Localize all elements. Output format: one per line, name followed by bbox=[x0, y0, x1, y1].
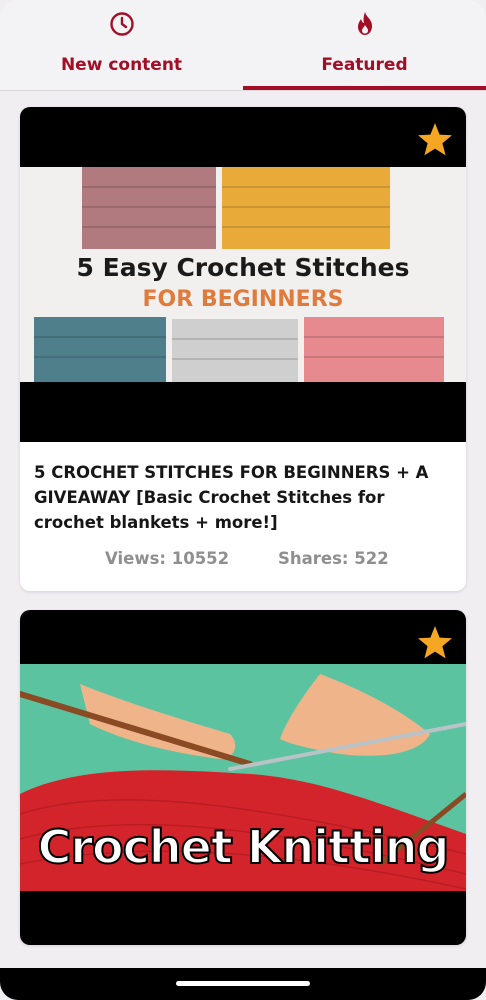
thumbnail-subheadline: FOR BEGINNERS bbox=[142, 287, 344, 312]
home-indicator-bar[interactable] bbox=[176, 981, 310, 986]
thumbnail-headline: 5 Easy Crochet Stitches bbox=[76, 253, 410, 282]
video-title[interactable]: 5 CROCHET STITCHES FOR BEGINNERS + A GIV… bbox=[20, 442, 466, 535]
featured-feed[interactable]: 5 Easy Crochet Stitches FOR BEGINNERS 5 … bbox=[20, 107, 466, 964]
tab-bar: New content Featured bbox=[0, 0, 486, 91]
tab-new-content-label: New content bbox=[60, 55, 183, 75]
flame-icon bbox=[357, 12, 372, 35]
tab-selected-indicator bbox=[243, 86, 486, 90]
star-icon[interactable] bbox=[416, 121, 454, 159]
thumbnail-headline: Crochet Knitting bbox=[37, 819, 451, 875]
shares-count: Shares: 522 bbox=[278, 549, 389, 568]
tab-featured-label: Featured bbox=[321, 55, 408, 75]
thumbnail-image: 5 Easy Crochet Stitches FOR BEGINNERS bbox=[20, 167, 466, 382]
tab-new-content[interactable]: New content bbox=[0, 0, 243, 90]
star-icon[interactable] bbox=[416, 624, 454, 662]
video-stats: Views: 10552 Shares: 522 bbox=[20, 535, 466, 591]
video-thumbnail[interactable]: 5 Easy Crochet Stitches FOR BEGINNERS bbox=[20, 107, 466, 442]
video-card[interactable]: Crochet Knitting bbox=[20, 610, 466, 945]
thumbnail-image: Crochet Knitting bbox=[20, 664, 466, 891]
video-thumbnail[interactable]: Crochet Knitting bbox=[20, 610, 466, 945]
app-screen: New content Featured 5 Easy Crochet Stit… bbox=[0, 0, 486, 1000]
video-card[interactable]: 5 Easy Crochet Stitches FOR BEGINNERS 5 … bbox=[20, 107, 466, 591]
tab-featured[interactable]: Featured bbox=[243, 0, 486, 90]
home-indicator-area bbox=[0, 968, 486, 1000]
clock-icon bbox=[109, 12, 134, 36]
views-count: Views: 10552 bbox=[105, 549, 230, 568]
